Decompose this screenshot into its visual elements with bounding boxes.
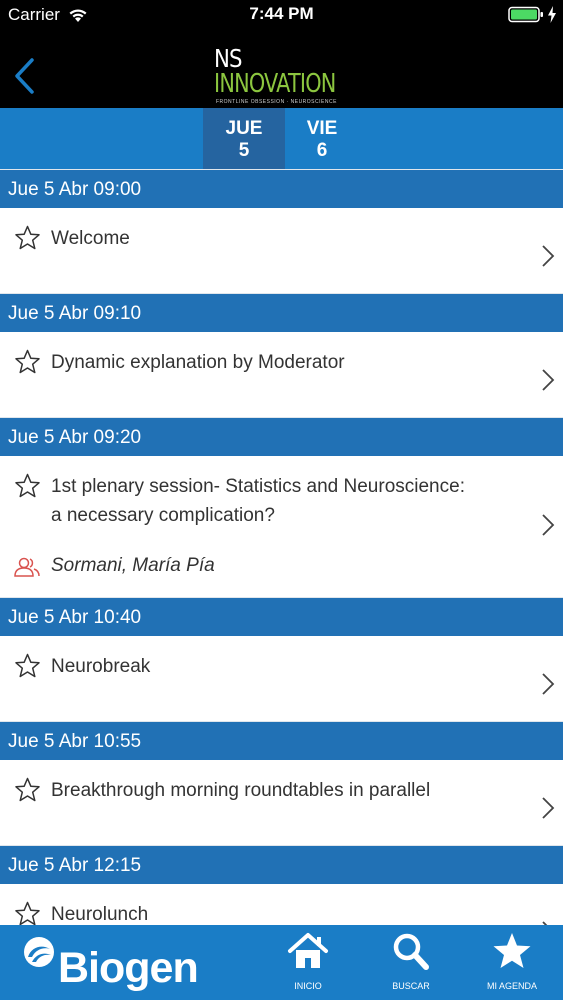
favorite-star-icon[interactable] (14, 777, 41, 803)
session-row[interactable]: Neurobreak (0, 636, 563, 721)
time-header: Jue 5 Abr 12:15 (0, 845, 563, 884)
home-icon (288, 933, 328, 968)
speaker-people-icon (14, 557, 40, 577)
logo-innovation-text: INNOVATION (214, 69, 336, 99)
tab-inicio[interactable]: INICIO (273, 931, 343, 997)
favorite-star-icon[interactable] (14, 225, 41, 251)
back-button[interactable] (10, 56, 40, 96)
favorite-star-icon[interactable] (14, 473, 41, 499)
session-row[interactable]: Breakthrough morning roundtables in para… (0, 760, 563, 845)
navigation-bar: NS INNOVATION FRONTLINE OBSESSION · NEUR… (0, 30, 563, 108)
tab-buscar[interactable]: BUSCAR (376, 931, 446, 997)
tab-mi-agenda[interactable]: MI AGENDA (477, 931, 547, 997)
time-header: Jue 5 Abr 10:40 (0, 597, 563, 636)
session-title: Welcome (51, 228, 130, 249)
session-row[interactable]: Neurolunch (0, 884, 563, 925)
session-title: 1st plenary session- Statistics and Neur… (51, 476, 465, 526)
biogen-logo: Biogen (18, 929, 199, 995)
favorite-star-icon[interactable] (14, 653, 41, 679)
session-title: Breakthrough morning roundtables in para… (51, 780, 431, 801)
session-title: Dynamic explanation by Moderator (51, 352, 345, 373)
time-header: Jue 5 Abr 09:00 (0, 169, 563, 208)
tab-label: INICIO (294, 981, 322, 991)
chevron-right-icon (542, 673, 555, 695)
schedule-list[interactable]: Jue 5 Abr 09:00 Welcome Jue 5 Abr 09:10 … (0, 169, 563, 925)
logo-tagline: FRONTLINE OBSESSION · NEUROSCIENCE (216, 99, 337, 105)
battery-icon (508, 6, 543, 23)
session-title: Neurobreak (51, 656, 151, 677)
tab-label: BUSCAR (392, 981, 430, 991)
chevron-right-icon (542, 245, 555, 267)
tab-label: MI AGENDA (486, 981, 537, 991)
tab-day-vie[interactable]: VIE 6 (281, 108, 363, 169)
chevron-right-icon (542, 797, 555, 819)
session-row[interactable]: Welcome (0, 208, 563, 293)
tab-day-number: 6 (316, 140, 328, 161)
chevron-right-icon (542, 369, 555, 391)
ns-innovation-logo: NS INNOVATION FRONTLINE OBSESSION · NEUR… (214, 46, 354, 108)
speaker-name[interactable]: Sormani, María Pía (51, 555, 215, 577)
status-bar: Carrier 7:44 PM (0, 0, 563, 30)
time-header: Jue 5 Abr 09:10 (0, 293, 563, 332)
tab-day-label: JUE (225, 118, 263, 139)
session-row[interactable]: 1st plenary session- Statistics and Neur… (0, 456, 563, 597)
session-title: Neurolunch (51, 904, 149, 925)
favorite-star-icon[interactable] (14, 901, 41, 925)
biogen-mark-icon (24, 937, 54, 967)
star-icon (493, 933, 531, 968)
biogen-wordmark: Biogen (58, 944, 199, 992)
charging-bolt-icon (548, 6, 556, 23)
favorite-star-icon[interactable] (14, 349, 41, 375)
bottom-tab-bar: Biogen INICIO BUSCAR MI AGENDA (0, 925, 563, 1000)
session-row[interactable]: Dynamic explanation by Moderator (0, 332, 563, 417)
clock: 7:44 PM (249, 4, 314, 23)
time-header: Jue 5 Abr 10:55 (0, 721, 563, 760)
day-tab-bar: JUE 5 VIE 6 (0, 108, 563, 169)
tab-day-label: VIE (306, 118, 338, 139)
time-header: Jue 5 Abr 09:20 (0, 417, 563, 456)
tab-day-jue[interactable]: JUE 5 (203, 108, 285, 169)
tab-day-number: 5 (238, 140, 250, 161)
search-icon (393, 933, 429, 970)
chevron-right-icon (542, 514, 555, 536)
